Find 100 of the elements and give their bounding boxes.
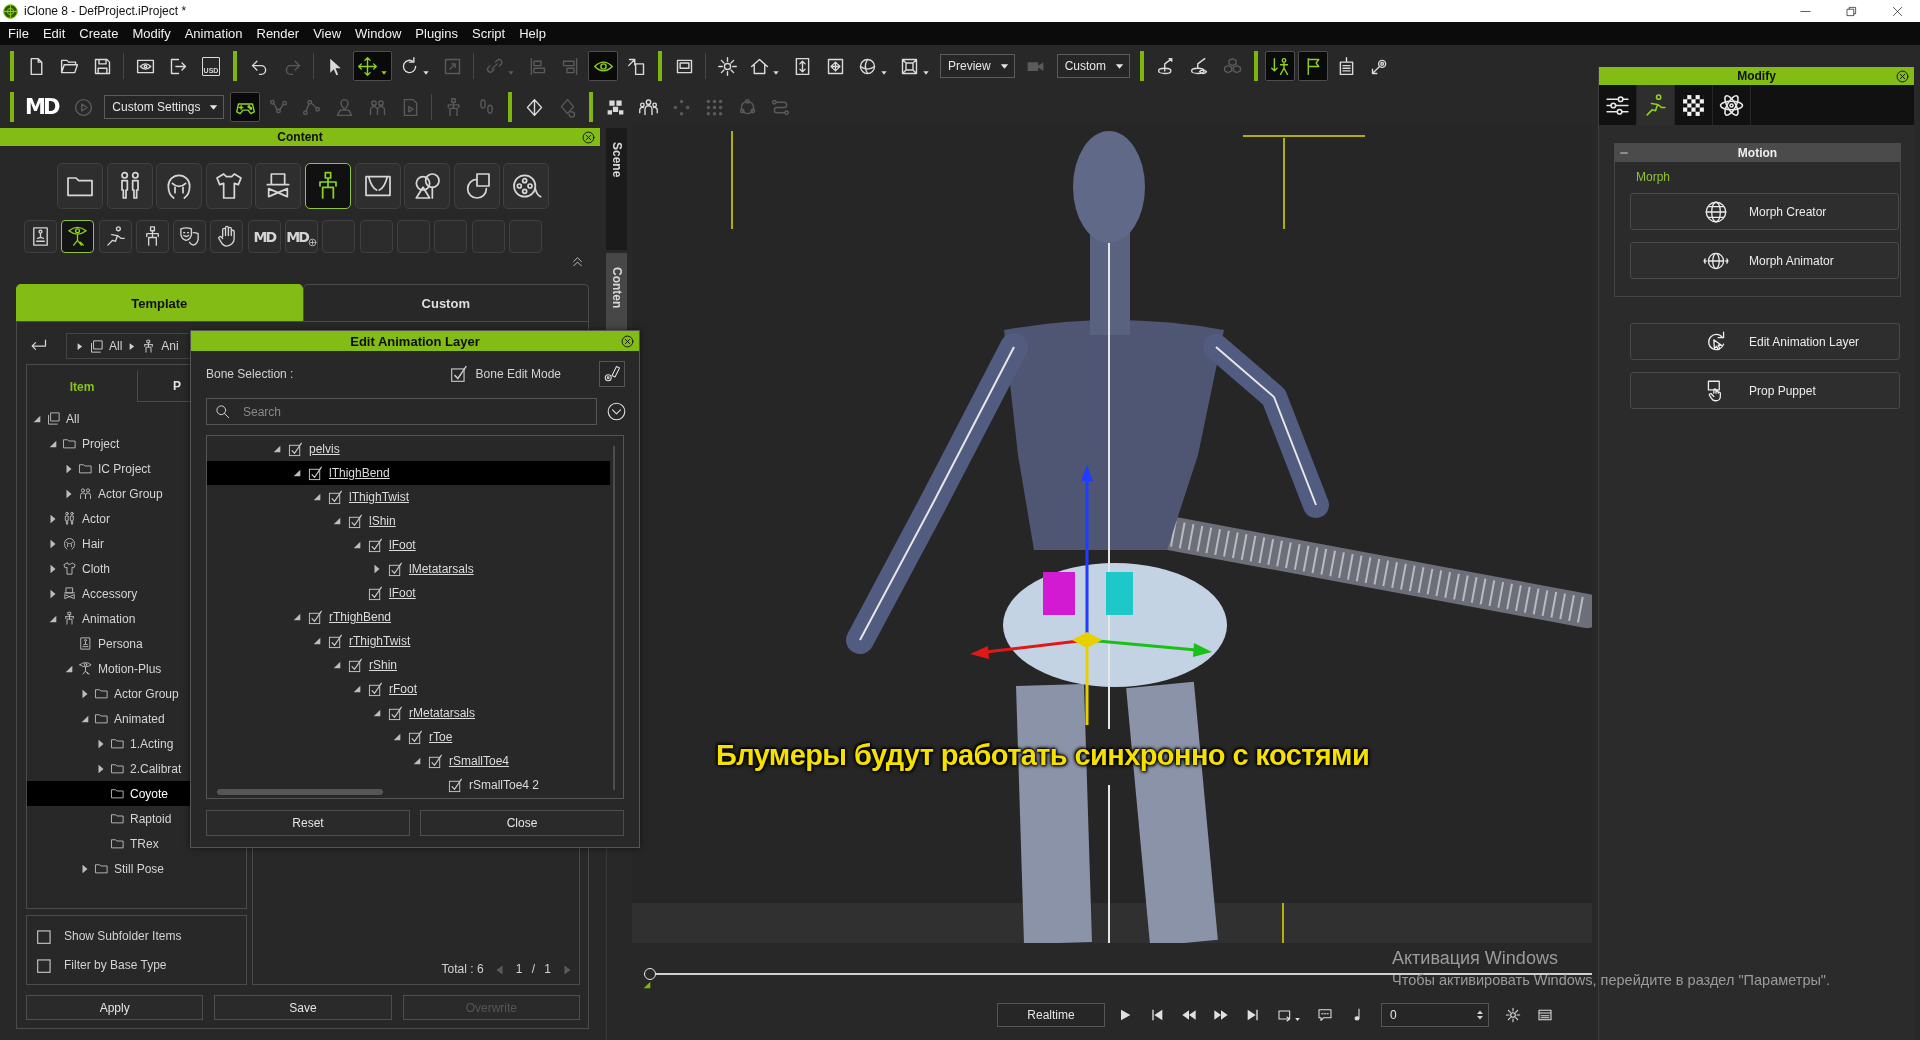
caret-icon[interactable]: [352, 540, 362, 550]
category-button[interactable]: [210, 220, 244, 253]
toolbar-button[interactable]: [353, 51, 392, 81]
double-chevron-icon[interactable]: [571, 255, 584, 268]
chevron-circle-icon[interactable]: [607, 402, 626, 421]
tab[interactable]: Item: [27, 371, 137, 402]
step-end-icon[interactable]: [1245, 1007, 1261, 1023]
search-field[interactable]: Search: [206, 398, 597, 425]
checkbox[interactable]: [368, 681, 383, 697]
loop-box-icon[interactable]: [1277, 1007, 1293, 1023]
menu-item[interactable]: Help: [512, 26, 553, 41]
move-gizmo-drawing[interactable]: [970, 465, 1212, 725]
category-button[interactable]: [503, 163, 550, 209]
caret-icon[interactable]: [48, 613, 58, 624]
caret-icon[interactable]: [372, 708, 382, 718]
menu-item[interactable]: Window: [348, 26, 409, 41]
category-button[interactable]: [173, 220, 207, 253]
menu-item[interactable]: Render: [249, 26, 307, 41]
tab[interactable]: Template: [16, 284, 303, 321]
caret-icon[interactable]: [292, 468, 302, 478]
caret-icon[interactable]: [48, 538, 58, 549]
playback-mode-button[interactable]: Realtime: [997, 1003, 1105, 1027]
close-icon[interactable]: [1895, 69, 1909, 83]
category-button[interactable]: [404, 163, 451, 209]
checkbox[interactable]: [328, 633, 343, 649]
category-button[interactable]: MD: [285, 220, 319, 253]
caret-icon[interactable]: [412, 756, 422, 766]
category-button[interactable]: [106, 163, 153, 209]
close-icon[interactable]: [581, 130, 595, 144]
tool-button[interactable]: Edit Animation Layer: [1630, 323, 1900, 360]
checkbox[interactable]: [449, 365, 468, 383]
panel-tab[interactable]: [1637, 85, 1675, 125]
menu-item[interactable]: Create: [72, 26, 126, 41]
horizontal-scrollbar[interactable]: [217, 789, 383, 795]
category-button[interactable]: [61, 220, 95, 253]
caret-icon[interactable]: [48, 563, 58, 574]
category-button[interactable]: MD: [247, 220, 281, 253]
caret-icon[interactable]: [332, 516, 342, 526]
category-button[interactable]: [24, 220, 57, 253]
checkbox[interactable]: [328, 489, 343, 505]
step-back-icon[interactable]: [1149, 1007, 1165, 1023]
frame-field[interactable]: 0: [1381, 1003, 1489, 1027]
menu-item[interactable]: Script: [465, 26, 513, 41]
fast-forward-icon[interactable]: [1213, 1007, 1229, 1023]
caret-icon[interactable]: [64, 663, 74, 674]
menu-item[interactable]: View: [306, 26, 349, 41]
caret-icon[interactable]: [292, 612, 302, 622]
category-button[interactable]: [354, 163, 401, 209]
vertical-scrollbar[interactable]: [613, 446, 615, 790]
breadcrumb-item[interactable]: All: [109, 339, 123, 353]
tool-button[interactable]: Morph Creator: [1630, 193, 1899, 230]
bone-item[interactable]: lThighBend: [207, 461, 610, 485]
caret-icon[interactable]: [96, 738, 106, 749]
category-button[interactable]: [57, 163, 103, 209]
caret-icon[interactable]: [312, 492, 322, 502]
menu-item[interactable]: Animation: [177, 26, 250, 41]
section-header[interactable]: Motion: [1614, 143, 1901, 162]
category-button[interactable]: [98, 220, 132, 253]
menu-item[interactable]: File: [1, 26, 36, 41]
checkbox[interactable]: [348, 657, 363, 673]
caret-icon[interactable]: [96, 763, 106, 774]
speech-bubble-icon[interactable]: [1317, 1007, 1333, 1023]
caret-icon[interactable]: [332, 660, 342, 670]
caret-icon[interactable]: [32, 413, 42, 424]
checkbox[interactable]: [368, 585, 383, 601]
close-icon[interactable]: [620, 334, 634, 348]
caret-icon[interactable]: [48, 513, 58, 524]
caret-icon[interactable]: [80, 863, 90, 874]
category-button[interactable]: [156, 163, 203, 209]
caret-icon[interactable]: [352, 684, 362, 694]
dialog-button[interactable]: Close: [420, 810, 624, 836]
checkbox[interactable]: [348, 513, 363, 529]
sun-icon[interactable]: [1505, 1007, 1521, 1023]
checkbox[interactable]: [308, 609, 323, 625]
tool-button[interactable]: Morph Animator: [1630, 242, 1899, 279]
side-tab[interactable]: Scene: [606, 128, 627, 250]
breadcrumb-item[interactable]: Ani: [161, 339, 179, 353]
category-button[interactable]: [453, 163, 500, 209]
menu-item[interactable]: Edit: [35, 26, 73, 41]
action-button[interactable]: Apply: [26, 995, 204, 1020]
dropdown[interactable]: Preview: [940, 54, 1015, 78]
checkbox[interactable]: [308, 465, 323, 481]
caret-icon[interactable]: [48, 588, 58, 599]
caret-icon[interactable]: [312, 636, 322, 646]
caret-icon[interactable]: [80, 713, 90, 724]
dialog-button[interactable]: Reset: [206, 810, 410, 836]
caret-icon[interactable]: [80, 688, 90, 699]
slider-thumb[interactable]: [644, 968, 656, 980]
checkbox[interactable]: [388, 705, 403, 721]
bone-tool-button[interactable]: [599, 361, 625, 387]
caret-icon[interactable]: [64, 488, 74, 499]
menu-item[interactable]: Plugins: [408, 26, 465, 41]
tree-item[interactable]: Still Pose: [27, 856, 246, 881]
tool-button[interactable]: Prop Puppet: [1630, 372, 1900, 409]
dropdown[interactable]: Custom Settings: [104, 95, 225, 119]
checkbox[interactable]: [428, 753, 443, 769]
caret-icon[interactable]: [372, 564, 382, 574]
tab[interactable]: Custom: [302, 284, 589, 321]
checkbox[interactable]: [408, 729, 423, 745]
caret-icon[interactable]: [392, 732, 402, 742]
